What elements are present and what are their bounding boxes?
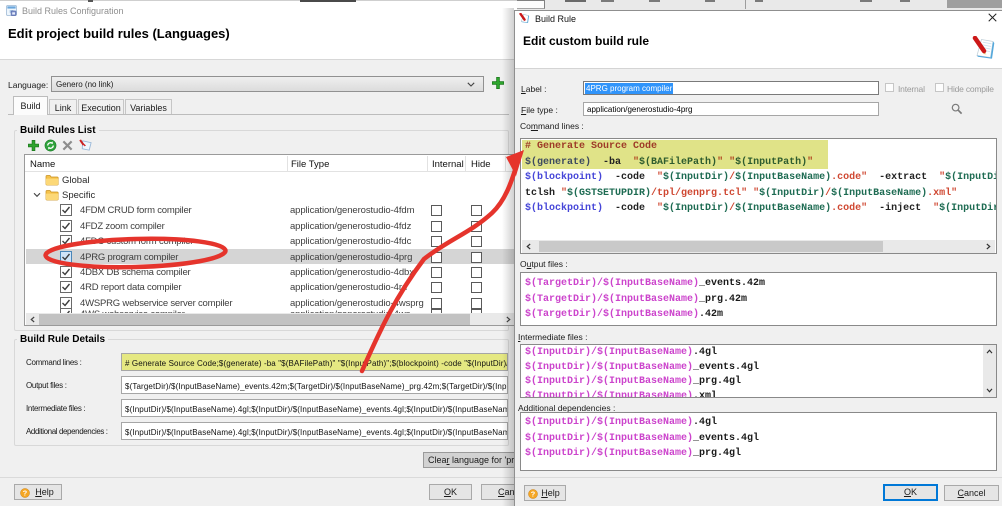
svg-text:?: ?	[531, 489, 536, 498]
svg-text:?: ?	[23, 488, 28, 497]
